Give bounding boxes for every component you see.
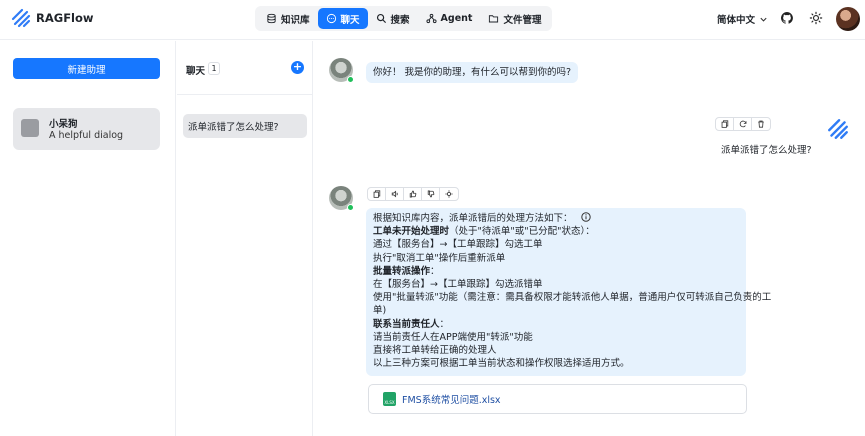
delete-button[interactable]	[752, 118, 770, 130]
online-status-dot	[347, 204, 354, 211]
tab-knowledge-base[interactable]: 知识库	[258, 8, 318, 29]
answer-intro: 根据知识库内容，派单派错后的处理方法如下：	[373, 213, 573, 224]
main-nav: 知识库 聊天 搜索 Agent 文件管理	[255, 6, 553, 31]
speaker-icon	[391, 190, 398, 198]
tab-label: 知识库	[281, 14, 310, 26]
regenerate-button[interactable]	[734, 118, 752, 130]
tab-file-management[interactable]: 文件管理	[480, 8, 549, 29]
user-ragflow-avatar-icon	[828, 119, 848, 139]
chevron-down-icon	[760, 17, 767, 22]
tab-chat[interactable]: 聊天	[317, 8, 368, 29]
answer-line: 通过【服务台】→【工单跟踪】勾选工单	[373, 239, 543, 251]
user-message-toolbar	[715, 117, 771, 131]
github-icon[interactable]	[780, 11, 794, 25]
database-icon	[267, 13, 276, 24]
answer-line: 请当前责任人在APP端使用"转派"功能	[373, 331, 533, 343]
conversation-list: 聊天 1 + 派单派错了怎么处理?	[177, 41, 313, 436]
reference-file-name[interactable]: FMS系统常见问题.xlsx	[402, 392, 501, 406]
refresh-icon	[739, 120, 746, 128]
tab-label: 聊天	[340, 14, 360, 26]
bot-avatar	[329, 186, 354, 211]
assistant-avatar	[21, 119, 39, 137]
answer-line: 单)	[373, 305, 387, 317]
answer-line: 在【服务台】→【工单跟踪】勾选派错单	[373, 279, 543, 291]
thumbs-up-icon	[409, 190, 416, 198]
add-conversation-button[interactable]: +	[291, 61, 304, 74]
lightbulb-icon	[445, 190, 453, 198]
copy-icon	[373, 190, 380, 198]
answer-toolbar	[367, 187, 459, 201]
greeting-message: 你好！ 我是你的助理，有什么可以帮到你的吗?	[366, 62, 579, 83]
brand-name: RAGFlow	[36, 11, 94, 25]
new-assistant-button[interactable]: 新建助理	[13, 58, 160, 79]
conversation-list-title: 聊天	[186, 66, 206, 77]
bot-avatar	[329, 58, 354, 83]
tab-agent[interactable]: Agent	[418, 8, 481, 29]
dislike-button[interactable]	[422, 188, 440, 200]
copy-icon	[721, 120, 728, 128]
assistant-card[interactable]: 小呆狗 A helpful dialog	[13, 108, 160, 150]
language-selector[interactable]: 简体中文	[717, 12, 768, 26]
info-icon[interactable]	[580, 212, 591, 222]
section-note: （处于"待派单"或"已分配"状态）：	[449, 226, 595, 238]
assistant-description: A helpful dialog	[49, 130, 124, 141]
divider	[177, 94, 313, 95]
read-aloud-button[interactable]	[386, 188, 404, 200]
trash-icon	[758, 120, 764, 128]
user-avatar[interactable]	[836, 7, 860, 31]
answer-closing: 以上三种方案可根据工单当前状态和操作权限选择适用方式。	[373, 358, 630, 370]
answer-line: 直接将工单转给正确的处理人	[373, 345, 497, 357]
assistant-name: 小呆狗	[49, 119, 78, 130]
chat-icon	[326, 13, 336, 24]
conversation-item[interactable]: 派单派错了怎么处理?	[183, 114, 307, 138]
copy-button[interactable]	[716, 118, 734, 130]
tab-label: Agent	[440, 13, 473, 24]
search-icon	[376, 13, 386, 24]
tab-search[interactable]: 搜索	[368, 8, 418, 29]
ragflow-logo-icon[interactable]	[10, 7, 32, 29]
section-note: ：	[439, 318, 450, 330]
conversation-count-badge: 1	[208, 62, 220, 75]
like-button[interactable]	[404, 188, 422, 200]
tab-label: 文件管理	[503, 14, 542, 26]
copy-button[interactable]	[368, 188, 386, 200]
excel-file-icon: XLSX	[383, 392, 396, 406]
online-status-dot	[347, 76, 354, 83]
section-title: 联系当前责任人	[373, 318, 440, 330]
reference-file-card[interactable]: XLSX FMS系统常见问题.xlsx	[368, 384, 747, 414]
user-question: 派单派错了怎么处理?	[721, 145, 812, 156]
top-bar: RAGFlow 知识库 聊天 搜索 Agent 文件管理 简体中文	[0, 0, 865, 40]
answer-line: 使用"批量转派"功能（需注意：需具备权限才能转派他人单据，普通用户仅可转派自己负…	[373, 292, 772, 304]
answer-line: 执行"取消工单"操作后重新派单	[373, 252, 506, 264]
folder-icon	[489, 15, 499, 23]
section-title: 工单未开始处理时	[373, 226, 450, 238]
answer-message: 根据知识库内容，派单派错后的处理方法如下： 工单未开始处理时（处于"待派单"或"…	[366, 208, 772, 376]
tab-label: 搜索	[390, 14, 410, 26]
assistant-sidebar: 新建助理 小呆狗 A helpful dialog	[0, 41, 176, 436]
thumbs-down-icon	[427, 190, 434, 198]
prompt-button[interactable]	[440, 188, 458, 200]
section-title: 批量转派操作	[373, 265, 431, 277]
language-label: 简体中文	[717, 15, 756, 26]
theme-sun-icon[interactable]	[809, 11, 823, 25]
agent-icon	[426, 13, 437, 24]
section-note: ：	[430, 265, 440, 277]
